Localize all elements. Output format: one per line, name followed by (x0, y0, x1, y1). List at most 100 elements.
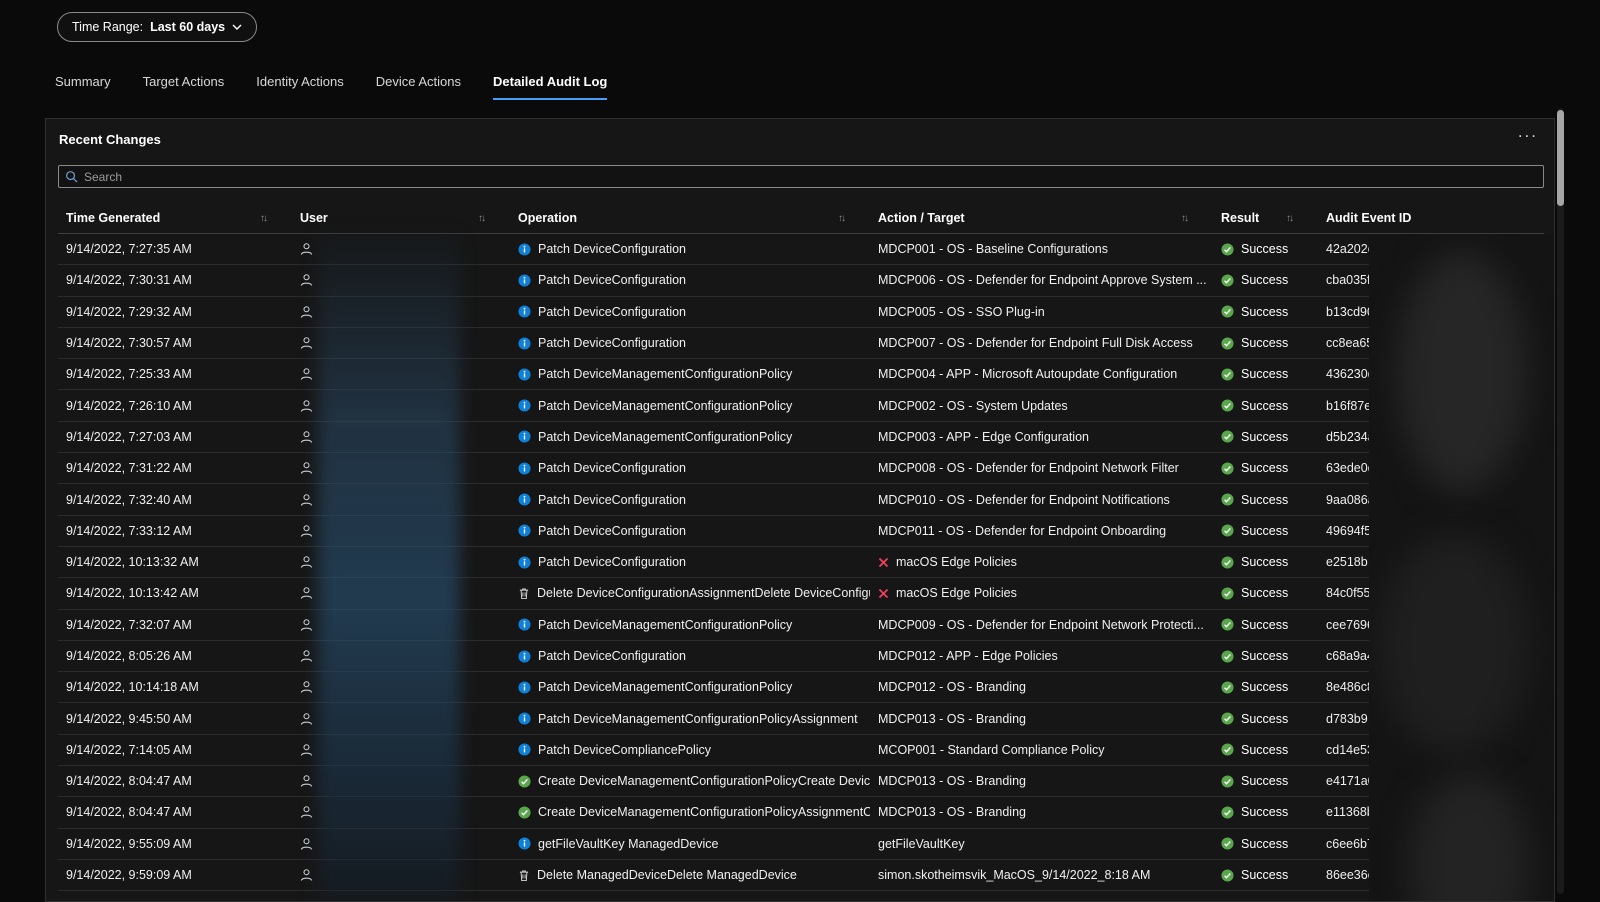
table-row[interactable]: 9/14/2022, 8:04:47 AM Create DeviceManag… (58, 766, 1544, 798)
success-icon (1221, 587, 1234, 600)
column-header-user[interactable]: User ↑↓ (292, 203, 510, 233)
tab-summary[interactable]: Summary (55, 74, 111, 100)
table-row[interactable]: 9/14/2022, 9:59:09 AM Delete ManagedDevi… (58, 860, 1544, 892)
cell-result: Success (1213, 578, 1318, 608)
success-icon (1221, 336, 1234, 350)
cell-time-generated: 9/14/2022, 7:14:05 AM (66, 742, 192, 757)
table-row[interactable]: 9/14/2022, 7:31:22 AM Patch DeviceConfig… (58, 453, 1544, 485)
error-x-icon (878, 557, 889, 568)
scrollbar-track[interactable] (1557, 108, 1564, 894)
success-icon (1221, 618, 1234, 631)
target-text: MDCP011 - OS - Defender for Endpoint Onb… (878, 523, 1167, 538)
tab-target-actions[interactable]: Target Actions (143, 74, 225, 100)
cell-result: Success (1213, 297, 1318, 327)
result-text: Success (1241, 649, 1289, 663)
result-text: Success (1241, 774, 1289, 789)
result-text: Success (1241, 868, 1289, 883)
cell-action-target: MDCP013 - OS - Branding (870, 703, 1213, 733)
table-row[interactable]: 9/14/2022, 7:14:05 AM Patch DeviceCompli… (58, 735, 1544, 767)
cell-result: Success (1213, 797, 1318, 827)
table-row[interactable]: 9/14/2022, 10:13:42 AM Delete DeviceConf… (58, 578, 1544, 610)
sort-icon[interactable]: ↑↓ (838, 213, 846, 224)
person-icon (300, 430, 313, 444)
table-row[interactable]: 9/14/2022, 7:25:33 AM Patch DeviceManage… (58, 359, 1544, 391)
cell-action-target: MDCP010 - OS - Defender for Endpoint Not… (870, 484, 1213, 514)
success-icon (1221, 649, 1234, 663)
info-icon (518, 837, 531, 850)
cell-action-target: simon.skotheimsvik_MacOS_9/14/2022_8:18 … (870, 860, 1213, 890)
cell-user (292, 641, 510, 671)
table-row[interactable]: 9/14/2022, 7:32:07 AM Patch DeviceManage… (58, 610, 1544, 641)
column-label: Result (1221, 211, 1260, 225)
cell-user (292, 610, 510, 640)
table-row[interactable]: 9/14/2022, 7:27:03 AM Patch DeviceManage… (58, 422, 1544, 454)
column-header-action-target[interactable]: Action / Target ↑↓ (870, 203, 1213, 233)
sort-icon[interactable]: ↑↓ (1286, 213, 1294, 224)
cell-action-target: MDCP013 - OS - Branding (870, 766, 1213, 796)
cell-time-generated: 9/14/2022, 8:05:26 AM (66, 649, 192, 663)
person-icon (300, 493, 313, 507)
tab-bar: Summary Target Actions Identity Actions … (55, 74, 608, 100)
cell-time-generated: 9/14/2022, 9:59:09 AM (66, 868, 192, 883)
target-text: MDCP013 - OS - Branding (878, 805, 1026, 820)
time-range-dropdown[interactable]: Time Range: Last 60 days (57, 12, 258, 42)
panel-more-button[interactable]: ... (1518, 120, 1538, 144)
table-row[interactable]: 9/14/2022, 7:26:10 AM Patch DeviceManage… (58, 390, 1544, 422)
target-text: MDCP004 - APP - Microsoft Autoupdate Con… (878, 367, 1178, 382)
cell-result: Success (1213, 265, 1318, 295)
success-icon (1221, 399, 1234, 412)
sort-icon[interactable]: ↑↓ (260, 213, 268, 224)
table-body: 9/14/2022, 7:27:35 AM Patch DeviceConfig… (58, 234, 1544, 892)
cell-result: Success (1213, 860, 1318, 890)
cell-time-generated: 9/14/2022, 9:45:50 AM (66, 711, 192, 726)
tab-identity-actions[interactable]: Identity Actions (256, 74, 343, 100)
cell-user (292, 829, 510, 859)
sort-icon[interactable]: ↑↓ (1181, 213, 1189, 224)
tab-device-actions[interactable]: Device Actions (376, 74, 461, 100)
tab-detailed-audit-log[interactable]: Detailed Audit Log (493, 74, 608, 100)
cell-operation: Create DeviceManagementConfigurationPoli… (510, 797, 870, 827)
table-row[interactable]: 9/14/2022, 7:30:31 AM Patch DeviceConfig… (58, 265, 1544, 297)
table-row[interactable]: 9/14/2022, 7:29:32 AM Patch DeviceConfig… (58, 297, 1544, 328)
operation-text: Patch DeviceCompliancePolicy (538, 742, 711, 757)
cell-audit-event-id: c6ee6b7 (1326, 836, 1374, 851)
column-header-operation[interactable]: Operation ↑↓ (510, 203, 870, 233)
info-icon (518, 712, 531, 725)
operation-text: Delete DeviceConfigurationAssignmentDele… (537, 586, 870, 601)
cell-audit-event-id: 436230d (1326, 367, 1375, 382)
cell-user (292, 766, 510, 796)
time-range-label: Time Range: (72, 20, 144, 34)
table-row[interactable]: 9/14/2022, 7:33:12 AM Patch DeviceConfig… (58, 516, 1544, 547)
column-header-time-generated[interactable]: Time Generated ↑↓ (58, 203, 292, 233)
info-icon (518, 274, 531, 287)
cell-audit-event-id: c68a9a4 (1326, 649, 1374, 663)
cell-audit-event-id: 49694f5 (1326, 523, 1372, 538)
table-row[interactable]: 9/14/2022, 9:55:09 AM getFileVaultKey Ma… (58, 829, 1544, 860)
person-icon (300, 524, 313, 538)
table-row[interactable]: 9/14/2022, 7:30:57 AM Patch DeviceConfig… (58, 328, 1544, 360)
cell-result: Success (1213, 390, 1318, 420)
sort-icon[interactable]: ↑↓ (478, 213, 486, 224)
table-row[interactable]: 9/14/2022, 8:04:47 AM Create DeviceManag… (58, 797, 1544, 829)
chevron-down-icon (232, 24, 242, 30)
table-row[interactable]: 9/14/2022, 7:27:35 AM Patch DeviceConfig… (58, 234, 1544, 266)
scrollbar-thumb[interactable] (1557, 110, 1564, 206)
cell-operation: Patch DeviceConfiguration (510, 297, 870, 327)
table-row[interactable]: 9/14/2022, 7:32:40 AM Patch DeviceConfig… (58, 484, 1544, 516)
search-input[interactable] (84, 169, 1537, 184)
cell-operation: Patch DeviceManagementConfigurationPolic… (510, 359, 870, 389)
cell-operation: Create DeviceManagementConfigurationPoli… (510, 766, 870, 796)
column-header-result[interactable]: Result ↑↓ (1213, 203, 1318, 233)
table-row[interactable]: 9/14/2022, 8:05:26 AM Patch DeviceConfig… (58, 641, 1544, 673)
operation-text: Patch DeviceConfiguration (538, 649, 686, 663)
result-text: Success (1241, 273, 1289, 288)
target-text: MDCP009 - OS - Defender for Endpoint Net… (878, 617, 1204, 632)
cell-time-generated: 9/14/2022, 7:27:35 AM (66, 242, 192, 257)
operation-text: Patch DeviceManagementConfigurationPolic… (538, 617, 793, 632)
table-row[interactable]: 9/14/2022, 10:13:32 AM Patch DeviceConfi… (58, 547, 1544, 579)
result-text: Success (1241, 304, 1289, 319)
column-header-audit-event-id[interactable]: Audit Event ID (1318, 203, 1544, 233)
cell-action-target: MDCP004 - APP - Microsoft Autoupdate Con… (870, 359, 1213, 389)
table-row[interactable]: 9/14/2022, 9:45:50 AM Patch DeviceManage… (58, 703, 1544, 735)
table-row[interactable]: 9/14/2022, 10:14:18 AM Patch DeviceManag… (58, 672, 1544, 704)
